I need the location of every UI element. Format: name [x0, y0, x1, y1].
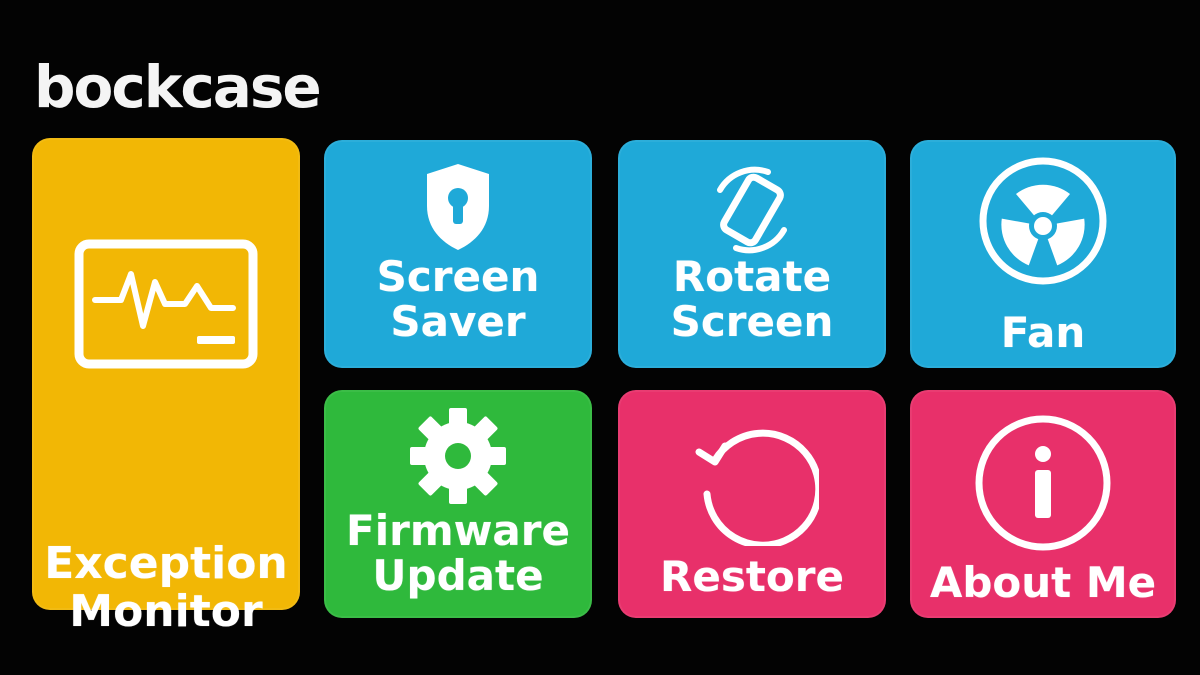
screen-saver-button[interactable]: Screen Saver [324, 140, 592, 368]
monitor-pulse-icon [74, 239, 258, 369]
exception-monitor-label: Exception Monitor [44, 538, 288, 637]
restore-label: Restore [660, 552, 844, 601]
fan-icon [979, 157, 1107, 285]
restore-icon [695, 429, 819, 546]
fan-button[interactable]: Fan [910, 140, 1176, 368]
brand-logo: bockcase [34, 53, 322, 121]
firmware-update-label: Firmware Update [346, 506, 570, 601]
restore-button[interactable]: Restore [618, 390, 886, 618]
firmware-update-button[interactable]: Firmware Update [324, 390, 592, 618]
screen-saver-label: Screen Saver [376, 252, 540, 347]
about-me-button[interactable]: About Me [910, 390, 1176, 618]
rotate-device-icon [717, 166, 787, 254]
exception-monitor-button[interactable]: Exception Monitor [32, 138, 300, 635]
about-me-label: About Me [929, 558, 1157, 607]
fan-label: Fan [1000, 308, 1086, 357]
gear-icon [410, 408, 506, 504]
info-icon [975, 415, 1111, 551]
rotate-screen-button[interactable]: Rotate Screen [618, 140, 886, 368]
device-screen: bockcase Exception Monitor Screen Saver [0, 0, 1200, 675]
shield-keyhole-icon [427, 164, 489, 250]
rotate-screen-label: Rotate Screen [670, 252, 834, 347]
